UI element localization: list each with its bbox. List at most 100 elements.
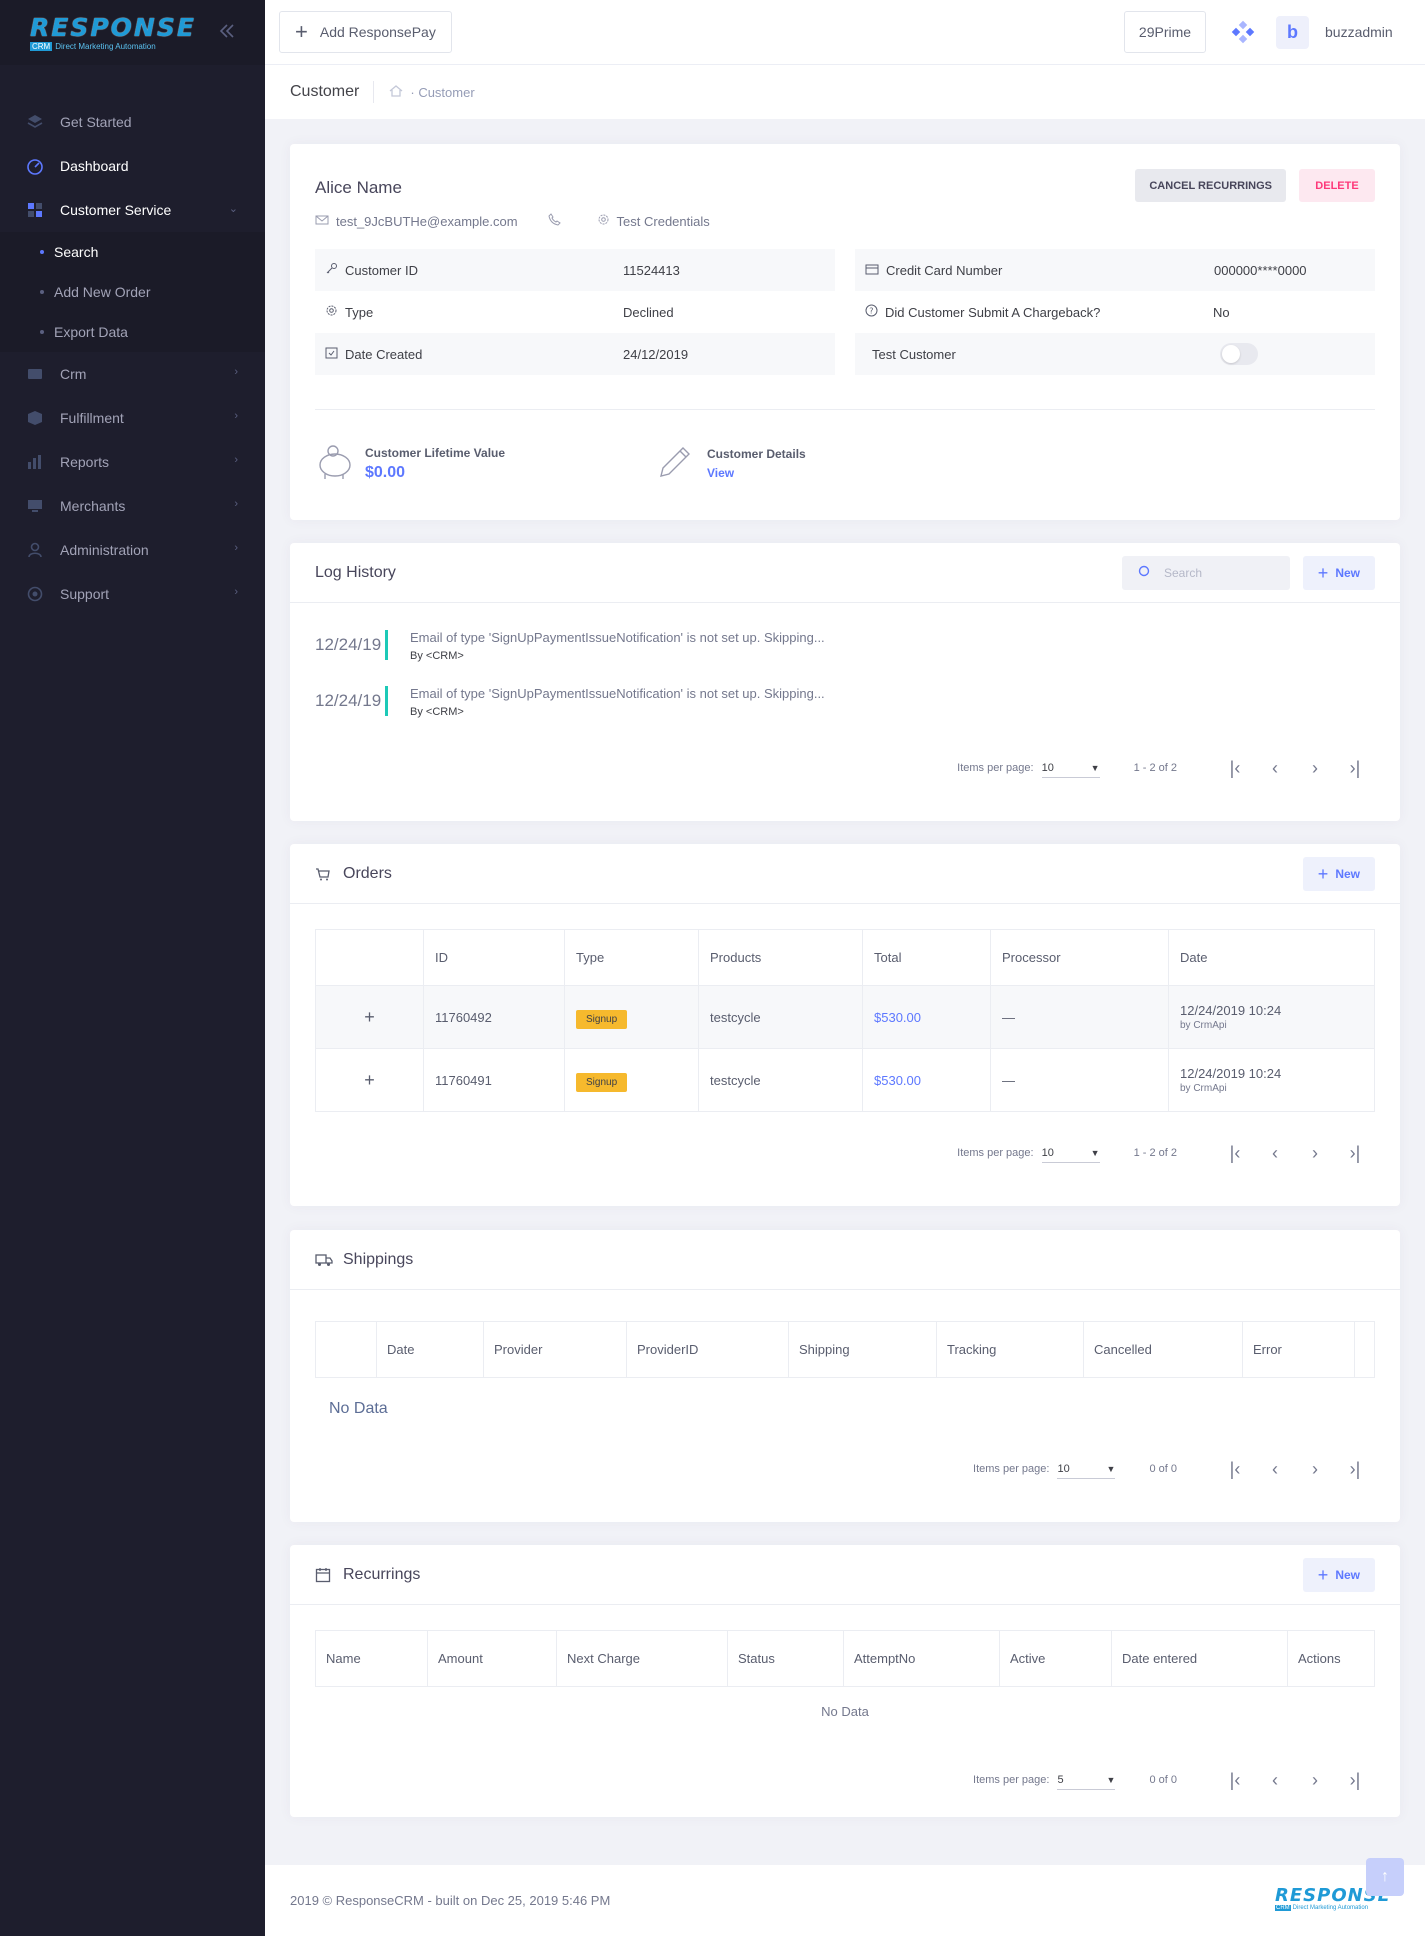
sidebar-item-customer-service[interactable]: Customer Service ⌄ <box>0 188 265 232</box>
column-header[interactable]: Status <box>727 1630 844 1687</box>
next-page-icon[interactable]: › <box>1295 1459 1335 1480</box>
log-entry-by: By <CRM> <box>410 706 464 718</box>
order-products: testcycle <box>698 1048 863 1112</box>
column-header[interactable]: Cancelled <box>1083 1321 1243 1378</box>
sidebar-subitem-export-data[interactable]: Export Data <box>0 312 265 352</box>
sidebar-item-reports[interactable]: Reports › <box>0 440 265 484</box>
home-icon[interactable] <box>388 83 404 102</box>
username[interactable]: buzzadmin <box>1325 24 1393 40</box>
sidebar-item-label: Support <box>60 586 110 602</box>
expand-row-icon[interactable]: + <box>315 1048 424 1112</box>
previous-page-icon[interactable]: ‹ <box>1255 1143 1295 1164</box>
logo-tagline: Direct Marketing Automation <box>55 41 156 51</box>
recurrings-new-button[interactable]: + New <box>1302 1558 1375 1592</box>
sidebar-item-administration[interactable]: Administration › <box>0 528 265 572</box>
column-header[interactable]: Processor <box>990 929 1169 986</box>
items-per-page-select[interactable]: 5 ▼ <box>1057 1770 1116 1790</box>
customer-fields-right: Credit Card Number 000000****0000 ? Did … <box>855 249 1375 375</box>
first-page-icon[interactable]: |‹ <box>1215 1459 1255 1480</box>
last-page-icon[interactable]: ›| <box>1335 1459 1375 1480</box>
plus-icon: + <box>295 19 308 44</box>
response-logo[interactable]: RESPONSE CRM Direct Marketing Automation <box>30 14 196 51</box>
previous-page-icon[interactable]: ‹ <box>1255 758 1295 779</box>
top-header: + Add ResponsePay 29Prime b buzzadmin <box>265 0 1425 65</box>
next-page-icon[interactable]: › <box>1295 1770 1335 1791</box>
column-header[interactable]: ID <box>423 929 565 986</box>
sidebar-subitem-search[interactable]: Search <box>0 232 265 272</box>
column-header[interactable]: Error <box>1242 1321 1355 1378</box>
column-header[interactable]: Next Charge <box>556 1630 728 1687</box>
chevron-right-icon: › <box>234 586 238 598</box>
field-value: 24/12/2019 <box>623 346 689 362</box>
sidebar-item-support[interactable]: Support › <box>0 572 265 616</box>
first-page-icon[interactable]: |‹ <box>1215 758 1255 779</box>
last-page-icon[interactable]: ›| <box>1335 1143 1375 1164</box>
column-header[interactable]: Provider <box>483 1321 627 1378</box>
sidebar-subitem-add-new-order[interactable]: Add New Order <box>0 272 265 312</box>
customer-email[interactable]: test_9JcBUTHe@example.com <box>336 214 518 229</box>
scroll-top-button[interactable]: ↑ <box>1366 1858 1404 1896</box>
column-header[interactable]: Date <box>1168 929 1375 986</box>
order-total[interactable]: $530.00 <box>862 985 991 1049</box>
test-credentials-link[interactable]: Test Credentials <box>617 214 710 229</box>
log-new-button[interactable]: + New <box>1302 556 1375 590</box>
cancel-recurrings-button[interactable]: CANCEL RECURRINGS <box>1135 169 1286 202</box>
column-header[interactable]: Active <box>999 1630 1112 1687</box>
account-selector-button[interactable]: 29Prime <box>1124 11 1206 53</box>
column-header[interactable]: AttemptNo <box>843 1630 1000 1687</box>
column-header[interactable]: Total <box>862 929 991 986</box>
table-row[interactable]: + 11760491 Signup testcycle $530.00 — 12… <box>315 1048 1375 1112</box>
sidebar-item-fulfillment[interactable]: Fulfillment › <box>0 396 265 440</box>
phone-icon[interactable] <box>548 213 561 229</box>
items-per-page-select[interactable]: 10 ▼ <box>1041 1143 1100 1163</box>
previous-page-icon[interactable]: ‹ <box>1255 1459 1295 1480</box>
column-header[interactable]: Type <box>564 929 699 986</box>
delete-button[interactable]: DELETE <box>1299 169 1375 202</box>
field-value: 11524413 <box>623 262 680 278</box>
items-per-page-label: Items per page: <box>957 762 1034 774</box>
avatar[interactable]: b <box>1276 16 1309 49</box>
last-page-icon[interactable]: ›| <box>1335 758 1375 779</box>
next-page-icon[interactable]: › <box>1295 758 1335 779</box>
column-header[interactable]: Tracking <box>936 1321 1084 1378</box>
page-range: 1 - 2 of 2 <box>1133 1147 1177 1159</box>
first-page-icon[interactable]: |‹ <box>1215 1143 1255 1164</box>
sidebar-item-merchants[interactable]: Merchants › <box>0 484 265 528</box>
items-per-page-select[interactable]: 10 ▼ <box>1057 1459 1116 1479</box>
orders-new-button[interactable]: + New <box>1302 857 1375 891</box>
breadcrumb[interactable]: · Customer <box>410 85 474 100</box>
order-processor: — <box>990 1048 1169 1112</box>
sidebar: RESPONSE CRM Direct Marketing Automation… <box>0 0 265 1936</box>
key-icon <box>325 262 338 278</box>
add-responsepay-button[interactable]: + Add ResponsePay <box>279 11 452 53</box>
sidebar-collapse-icon[interactable] <box>218 20 236 46</box>
sidebar-item-get-started[interactable]: Get Started <box>0 100 265 144</box>
test-customer-toggle[interactable] <box>1220 343 1258 365</box>
items-per-page-select[interactable]: 10 ▼ <box>1041 758 1100 778</box>
column-header[interactable]: Name <box>315 1630 428 1687</box>
expand-row-icon[interactable]: + <box>315 985 424 1049</box>
order-total[interactable]: $530.00 <box>862 1048 991 1112</box>
sidebar-brand: RESPONSE CRM Direct Marketing Automation <box>0 0 265 65</box>
caret-down-icon: ▼ <box>1090 1147 1100 1158</box>
customer-details-view-link[interactable]: View <box>707 466 806 480</box>
sidebar-item-crm[interactable]: Crm › <box>0 352 265 396</box>
column-header[interactable]: ProviderID <box>626 1321 789 1378</box>
column-header[interactable]: Amount <box>427 1630 557 1687</box>
column-header[interactable]: Products <box>698 929 863 986</box>
column-header[interactable]: Shipping <box>788 1321 937 1378</box>
last-page-icon[interactable]: ›| <box>1335 1770 1375 1791</box>
column-header[interactable]: Date entered <box>1111 1630 1288 1687</box>
next-page-icon[interactable]: › <box>1295 1143 1335 1164</box>
first-page-icon[interactable]: |‹ <box>1215 1770 1255 1791</box>
previous-page-icon[interactable]: ‹ <box>1255 1770 1295 1791</box>
apps-icon[interactable] <box>1231 20 1255 44</box>
log-search-input[interactable]: Search <box>1122 556 1290 590</box>
table-header-row: Name Amount Next Charge Status AttemptNo… <box>315 1630 1375 1687</box>
field-date-created: Date Created 24/12/2019 <box>315 333 835 375</box>
order-date: 12/24/2019 10:24 <box>1180 1003 1282 1018</box>
items-per-page-label: Items per page: <box>957 1147 1034 1159</box>
table-row[interactable]: + 11760492 Signup testcycle $530.00 — 12… <box>315 985 1375 1049</box>
column-header[interactable]: Date <box>376 1321 484 1378</box>
sidebar-item-dashboard[interactable]: Dashboard <box>0 144 265 188</box>
